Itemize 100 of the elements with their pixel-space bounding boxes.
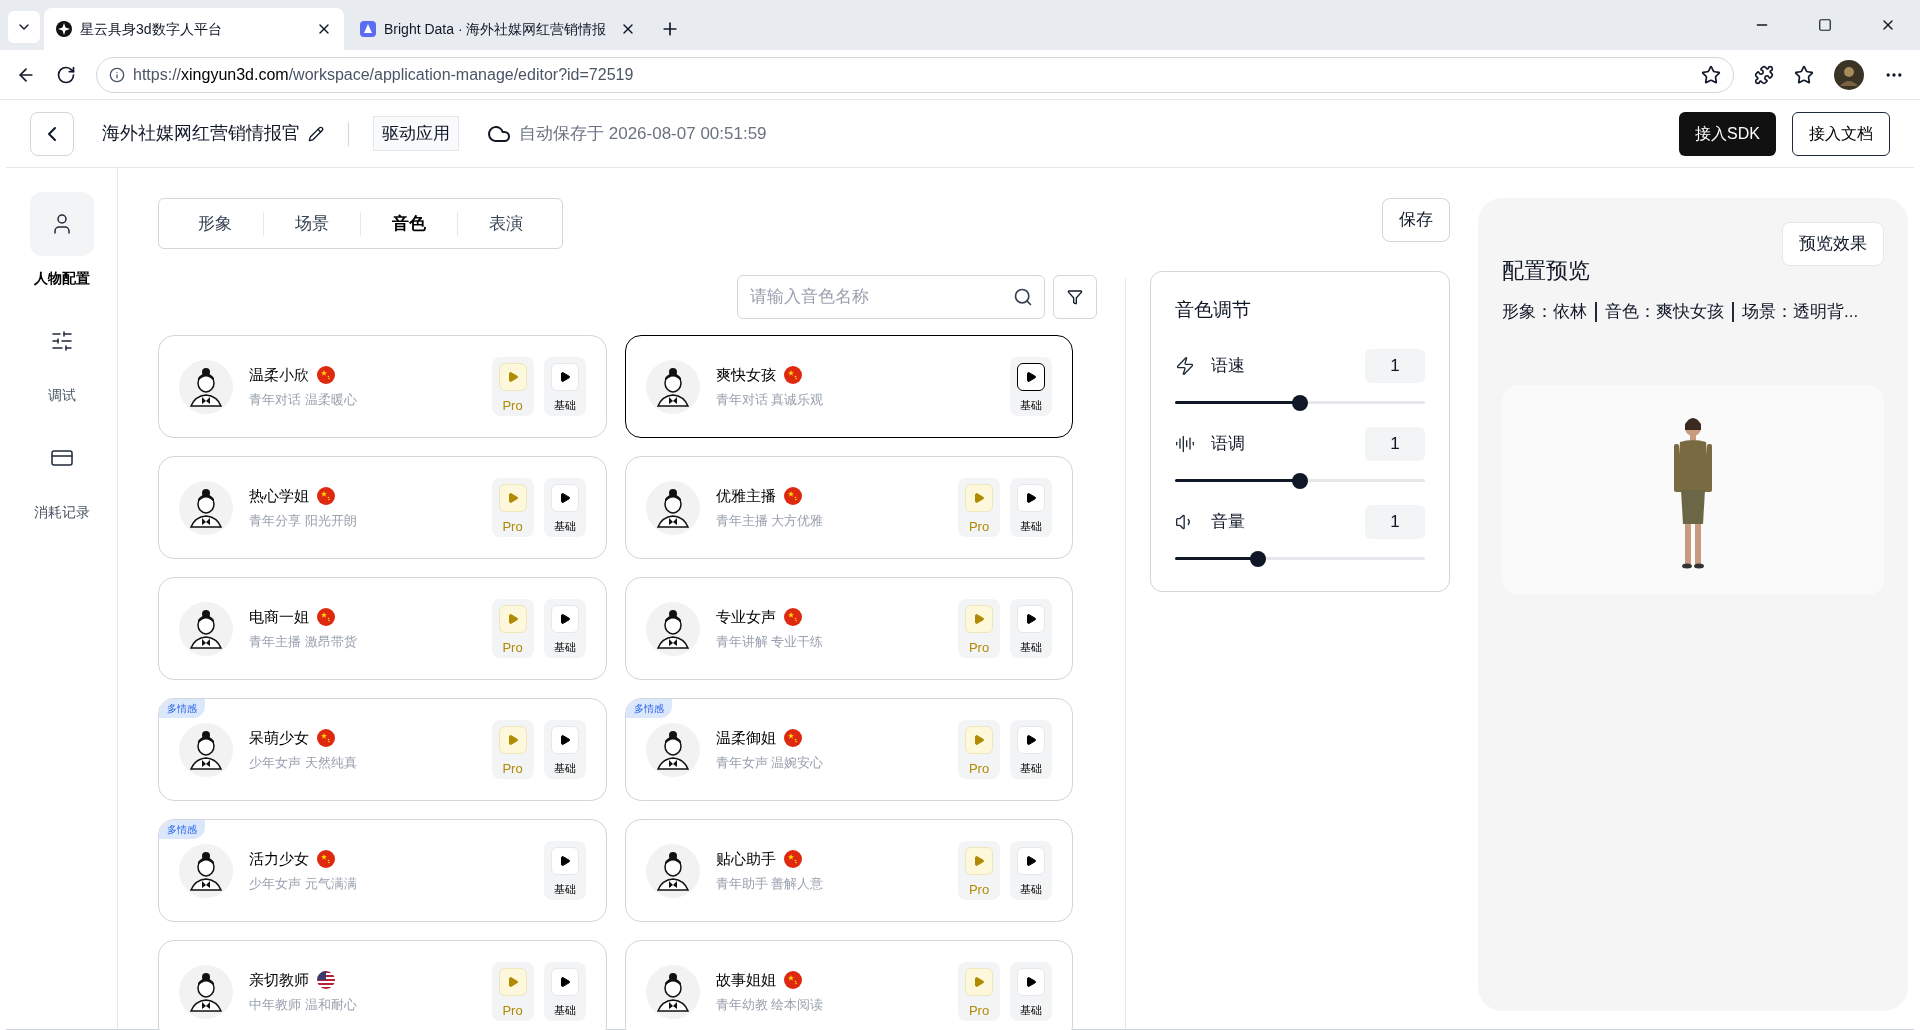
play-icon [506, 734, 519, 746]
slider-thumb[interactable] [1292, 472, 1308, 489]
voice-card[interactable]: 贴心助手 青年助手 善解人意 Pro 基础 [624, 819, 1073, 922]
slider-label: 音量 [1211, 510, 1246, 533]
extensions-icon[interactable] [1754, 64, 1774, 85]
avatar-icon [179, 359, 233, 414]
avatar-icon [179, 601, 233, 656]
slider-thumb[interactable] [1249, 550, 1266, 567]
favorite-icon[interactable] [1701, 64, 1721, 85]
refresh-icon[interactable] [56, 64, 76, 85]
basic-play-button[interactable]: 基础 [543, 720, 586, 779]
play-icon [558, 492, 571, 504]
voice-card[interactable]: 故事姐姐 青年幼教 绘本阅读 Pro 基础 [624, 940, 1073, 1030]
voice-card[interactable]: 多情感 呆萌少女 少年女声 天然纯真 Pro 基础 [158, 698, 607, 801]
basic-play-button[interactable]: 基础 [1010, 599, 1052, 658]
sound-wave-icon [1175, 433, 1195, 454]
voice-card[interactable]: 热心学姐 青年分享 阳光开朗 Pro 基础 [158, 456, 607, 559]
basic-play-button[interactable]: 基础 [543, 841, 586, 900]
voice-tags: 青年对话 真诚乐观 [715, 390, 1010, 410]
slider-value[interactable]: 1 [1365, 504, 1425, 539]
edit-icon[interactable] [308, 125, 324, 142]
voice-card[interactable]: 优雅主播 青年主播 大方优雅 Pro 基础 [624, 456, 1073, 559]
favorites-icon[interactable] [1794, 64, 1814, 85]
avatar-icon [179, 843, 233, 898]
slider[interactable] [1175, 550, 1425, 567]
slider-value[interactable]: 1 [1365, 348, 1425, 383]
voice-card[interactable]: 温柔小欣 青年对话 温柔暖心 Pro 基础 [158, 335, 607, 438]
tab[interactable]: 场景 [264, 210, 360, 237]
tab[interactable]: 表演 [458, 210, 554, 237]
avatar-icon [645, 843, 700, 898]
sidebar-item[interactable]: 人物配置 [13, 192, 110, 289]
play-icon [973, 855, 985, 867]
voice-tags: 青年幼教 绘本阅读 [715, 995, 958, 1015]
basic-play-button[interactable]: 基础 [1010, 841, 1052, 900]
avatar-icon [645, 601, 700, 656]
search-field[interactable]: 请输入音色名称 [737, 275, 1045, 319]
sidebar-item[interactable]: 调试 [13, 309, 110, 406]
profile-avatar[interactable] [1834, 59, 1864, 90]
voice-name: 热心学姐 [249, 485, 309, 506]
play-icon [506, 371, 519, 383]
tab[interactable]: 形象 [167, 210, 263, 237]
search-icon[interactable] [1013, 287, 1033, 307]
preview-button[interactable]: 预览效果 [1782, 222, 1884, 266]
play-icon [558, 371, 571, 383]
basic-play-button[interactable]: 基础 [543, 599, 586, 658]
avatar-icon [645, 359, 700, 414]
voice-card[interactable]: 亲切教师 中年教师 温和耐心 Pro 基础 [158, 940, 607, 1030]
play-icon [558, 613, 571, 625]
lightning-icon [1175, 355, 1195, 376]
filter-icon [1067, 289, 1083, 305]
avatar-icon [179, 480, 233, 535]
site-info-icon[interactable] [109, 66, 125, 83]
tab-list-button[interactable] [8, 11, 40, 43]
play-icon [1025, 371, 1037, 383]
tab[interactable]: 音色 [361, 210, 457, 237]
play-icon [973, 734, 985, 746]
voice-card[interactable]: 专业女声 青年讲解 专业干练 Pro 基础 [624, 577, 1073, 680]
voice-name: 亲切教师 [249, 969, 309, 990]
play-icon [506, 492, 519, 504]
voice-card[interactable]: 电商一姐 青年主播 激昂带货 Pro 基础 [158, 577, 607, 680]
tab-title: Bright Data · 海外社媒网红营销情报 [384, 19, 608, 39]
basic-play-button[interactable]: 基础 [543, 478, 586, 537]
save-button[interactable]: 保存 [1382, 198, 1450, 242]
slider-thumb[interactable] [1292, 394, 1308, 411]
browser-tab[interactable]: 星云具身3d数字人平台 [44, 8, 344, 50]
basic-play-button[interactable]: 基础 [1010, 478, 1052, 537]
slider-value[interactable]: 1 [1365, 426, 1425, 461]
voice-name: 电商一姐 [249, 606, 309, 627]
play-icon [973, 613, 985, 625]
slider[interactable] [1175, 394, 1425, 411]
play-icon [1025, 492, 1037, 504]
maximize-icon[interactable] [1818, 18, 1832, 32]
basic-play-button[interactable]: 基础 [543, 357, 586, 416]
basic-play-button[interactable]: 基础 [543, 962, 586, 1021]
voice-name: 活力少女 [249, 848, 309, 869]
voice-tags: 少年女声 元气满满 [249, 874, 544, 894]
sidebar-item[interactable]: 消耗记录 [13, 426, 110, 523]
basic-play-button[interactable]: 基础 [1010, 357, 1052, 416]
voice-tags: 青年分享 阳光开朗 [249, 511, 492, 531]
voice-tags: 青年对话 温柔暖心 [249, 390, 492, 410]
filter-button[interactable] [1053, 275, 1097, 319]
play-icon [506, 613, 519, 625]
slider[interactable] [1175, 472, 1425, 489]
voice-card[interactable]: 多情感 温柔御姐 青年女声 温婉安心 Pro 基础 [624, 698, 1073, 801]
basic-play-button[interactable]: 基础 [1010, 720, 1052, 779]
emotion-badge: 多情感 [625, 699, 672, 718]
voice-card[interactable]: 多情感 活力少女 少年女声 元气满满 基础 [158, 819, 607, 922]
browser-tab[interactable]: Bright Data · 海外社媒网红营销情报 [348, 8, 648, 50]
voice-card[interactable]: 爽快女孩 青年对话 真诚乐观 基础 [624, 335, 1073, 438]
play-icon [1025, 613, 1037, 625]
config-summary: 形象：依林 [1502, 301, 1587, 323]
app-type-tag: 驱动应用 [373, 115, 459, 152]
avatar-icon [645, 480, 700, 535]
sdk-button[interactable]: 接入SDK [1679, 111, 1776, 156]
emotion-badge: 多情感 [159, 699, 205, 718]
docs-button[interactable]: 接入文档 [1792, 111, 1890, 156]
slider-label: 语速 [1211, 354, 1246, 377]
voice-tags: 青年助手 善解人意 [715, 874, 958, 894]
play-icon [558, 976, 571, 988]
basic-play-button[interactable]: 基础 [1010, 962, 1052, 1021]
